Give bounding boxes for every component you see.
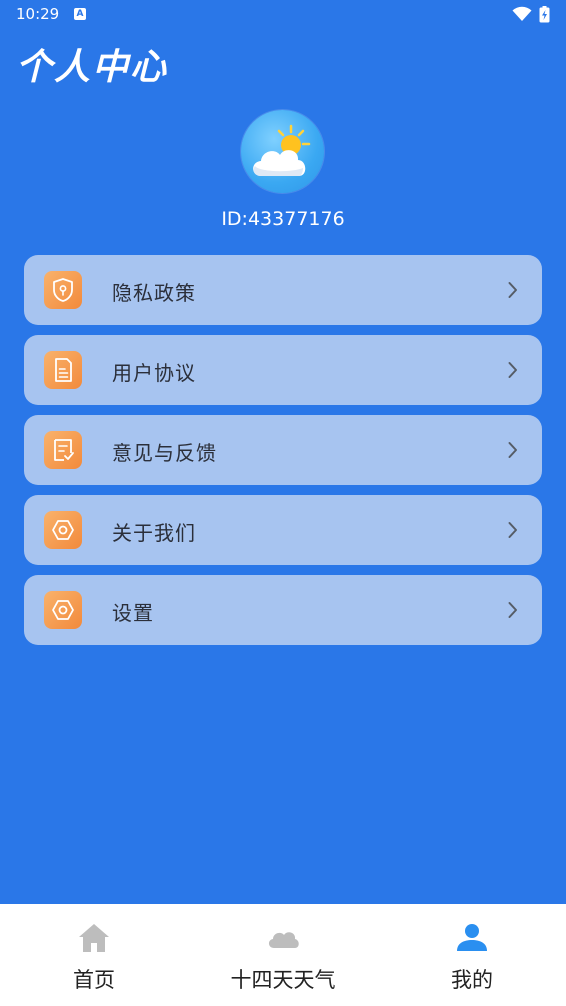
chevron-right-icon xyxy=(508,521,518,543)
notification-badge: A xyxy=(74,8,86,20)
tab-label: 十四天天气 xyxy=(230,968,336,992)
menu-item-label: 关于我们 xyxy=(112,521,196,545)
home-icon xyxy=(77,922,111,958)
menu-item-privacy-policy[interactable]: 隐私政策 xyxy=(24,255,542,325)
menu-item-label: 隐私政策 xyxy=(112,281,196,305)
menu-item-settings[interactable]: 设置 xyxy=(24,575,542,645)
tab-label: 我的 xyxy=(451,968,493,992)
menu-item-about-us[interactable]: 关于我们 xyxy=(24,495,542,565)
menu-list: 隐私政策 用户协议 意见与反馈 关于我们 设置 xyxy=(24,255,542,655)
status-time: 10:29 xyxy=(16,5,60,23)
hexagon-icon xyxy=(44,511,82,549)
chevron-right-icon xyxy=(508,281,518,303)
status-bar: 10:29 A xyxy=(0,0,566,30)
tab-home[interactable]: 首页 xyxy=(0,904,188,1006)
tab-label: 首页 xyxy=(73,968,115,992)
user-icon xyxy=(455,922,489,958)
wifi-icon xyxy=(512,6,532,26)
avatar[interactable] xyxy=(241,110,324,193)
page-title: 个人中心 xyxy=(16,47,169,88)
document-icon xyxy=(44,351,82,389)
shield-icon xyxy=(44,271,82,309)
menu-item-user-agreement[interactable]: 用户协议 xyxy=(24,335,542,405)
menu-item-label: 意见与反馈 xyxy=(112,441,217,465)
weather-logo-icon xyxy=(253,124,311,176)
user-id: ID:43377176 xyxy=(221,208,345,230)
feedback-icon xyxy=(44,431,82,469)
menu-item-feedback[interactable]: 意见与反馈 xyxy=(24,415,542,485)
tab-mine[interactable]: 我的 xyxy=(378,904,566,1006)
menu-item-label: 用户协议 xyxy=(112,361,196,385)
battery-icon xyxy=(539,6,550,27)
tab-fourteen-day-weather[interactable]: 十四天天气 xyxy=(188,904,378,1006)
bottom-nav: 首页 十四天天气 我的 xyxy=(0,904,566,1006)
chevron-right-icon xyxy=(508,441,518,463)
chevron-right-icon xyxy=(508,601,518,623)
cloud-icon xyxy=(266,922,300,958)
menu-item-label: 设置 xyxy=(112,601,154,625)
settings-icon xyxy=(44,591,82,629)
chevron-right-icon xyxy=(508,361,518,383)
